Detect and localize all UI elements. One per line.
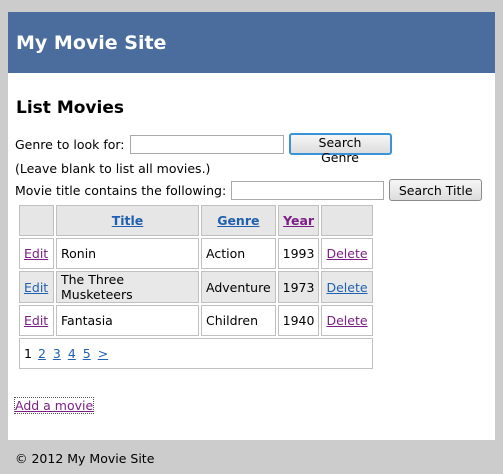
search-genre-button[interactable]: Search Genre	[288, 133, 392, 165]
sort-year-link[interactable]: Year	[283, 213, 314, 228]
header-title: Title	[56, 205, 199, 236]
delete-cell: Delete	[321, 238, 373, 269]
site-title: My Movie Site	[16, 31, 167, 54]
edit-link[interactable]: Edit	[24, 246, 48, 261]
table-header-row: Title Genre Year	[19, 205, 373, 236]
edit-cell: Edit	[19, 305, 54, 336]
genre-search-row: Genre to look for: Search Genre	[15, 133, 392, 165]
title-label: Movie title contains the following:	[15, 182, 227, 198]
genre-label: Genre to look for:	[15, 136, 125, 152]
site-header: My Movie Site	[8, 12, 495, 73]
delete-link[interactable]: Delete	[326, 313, 367, 328]
title-cell: The Three Musketeers	[56, 271, 199, 303]
sort-genre-link[interactable]: Genre	[217, 213, 259, 228]
site-footer: © 2012 My Movie Site	[15, 451, 154, 466]
footer-copyright: © 2012 My Movie Site	[15, 451, 155, 466]
edit-cell: Edit	[19, 271, 54, 303]
genre-hint: (Leave blank to list all movies.)	[15, 161, 211, 176]
header-delete	[321, 205, 373, 236]
search-title-button[interactable]: Search Title	[389, 179, 483, 201]
year-cell: 1973	[277, 271, 320, 303]
year-cell: 1993	[277, 238, 320, 269]
genre-search-input[interactable]	[129, 134, 284, 154]
genre-hint-row: (Leave blank to list all movies.)	[15, 161, 210, 176]
add-movie-link[interactable]: Add a movie	[13, 397, 95, 414]
pager-page-link[interactable]: 3	[53, 346, 61, 361]
pager-page-link[interactable]: 5	[83, 346, 91, 361]
edit-link[interactable]: Edit	[24, 280, 48, 295]
movies-table: Title Genre Year Edit Ronin Action 1993 …	[17, 203, 375, 371]
genre-cell: Children	[201, 305, 276, 336]
pager-row: 1 2 3 4 5 >	[19, 338, 373, 369]
header-genre: Genre	[201, 205, 276, 236]
main-content: List Movies Genre to look for: Search Ge…	[8, 73, 495, 440]
delete-link[interactable]: Delete	[326, 280, 367, 295]
table-row: Edit The Three Musketeers Adventure 1973…	[19, 271, 373, 303]
genre-cell: Action	[201, 238, 276, 269]
title-cell: Ronin	[56, 238, 199, 269]
title-search-row: Movie title contains the following: Sear…	[15, 179, 483, 201]
delete-link[interactable]: Delete	[326, 246, 367, 261]
year-cell: 1940	[277, 305, 320, 336]
table-row: Edit Fantasia Children 1940 Delete	[19, 305, 373, 336]
header-year: Year	[277, 205, 320, 236]
pager-page-link[interactable]: 4	[68, 346, 76, 361]
edit-link[interactable]: Edit	[24, 313, 48, 328]
title-search-input[interactable]	[231, 180, 385, 200]
header-edit	[19, 205, 54, 236]
pager: 1 2 3 4 5 >	[19, 338, 373, 369]
pager-next-link[interactable]: >	[98, 346, 108, 361]
title-cell: Fantasia	[56, 305, 199, 336]
pager-page-link[interactable]: 2	[38, 346, 46, 361]
delete-cell: Delete	[321, 271, 373, 303]
delete-cell: Delete	[321, 305, 373, 336]
sort-title-link[interactable]: Title	[112, 213, 144, 228]
page-title: List Movies	[16, 98, 124, 118]
edit-cell: Edit	[19, 238, 54, 269]
genre-cell: Adventure	[201, 271, 276, 303]
pager-current-page: 1	[24, 346, 32, 361]
table-row: Edit Ronin Action 1993 Delete	[19, 238, 373, 269]
